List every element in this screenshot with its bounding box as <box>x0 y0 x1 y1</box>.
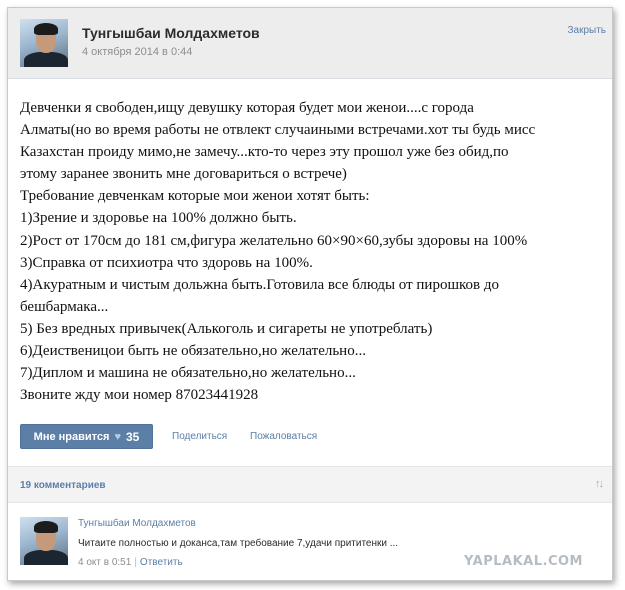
comment-meta: 4 окт в 0:51 | Ответить <box>78 557 183 568</box>
comment-author[interactable]: Тунгышбаи Молдахметов <box>78 518 196 529</box>
post-date[interactable]: 4 октября 2014 в 0:44 <box>82 46 192 58</box>
share-link[interactable]: Поделиться <box>172 431 227 442</box>
comment-text: Читаите полностью и доканса,там требован… <box>78 538 399 549</box>
post-text-line: 2)Рост от 170см до 181 см,фигура желател… <box>20 232 528 249</box>
post-text-line: Девченки я свободен,ищу девушку которая … <box>20 100 474 116</box>
post-text-line: бешбармака... <box>20 298 109 315</box>
post-card: Тунгышбаи Молдахметов 4 октября 2014 в 0… <box>7 7 613 581</box>
close-button[interactable]: Закрыть <box>567 25 606 36</box>
post-text-line: 6)Деиственицои быть не обязательно,но же… <box>20 343 366 360</box>
report-link[interactable]: Пожаловаться <box>250 431 317 442</box>
post-text-line: Требование девченкам которые мои женои х… <box>20 188 370 205</box>
comment-avatar[interactable] <box>20 517 68 565</box>
post-text-line: 5) Без вредных привычек(Алькоголь и сига… <box>20 320 433 337</box>
like-count: 35 <box>125 429 140 444</box>
sort-arrows-icon[interactable]: ↑↓ <box>595 478 604 490</box>
post-text-line: Алматы(но во время работы не отвлект слу… <box>20 122 536 139</box>
author-avatar[interactable] <box>20 19 68 67</box>
post-text-line: этому заранее звонить мне договариться о… <box>20 166 347 183</box>
like-button[interactable]: Мне нравится ♥ 35 <box>20 424 153 449</box>
post-text: Девченки я свободен,ищу девушку которая … <box>20 97 608 406</box>
post-text-line: Звоните жду мои номер 87023441928 <box>20 387 259 404</box>
watermark: YAPLAKAL.COM <box>464 554 583 569</box>
comment-time[interactable]: 4 окт в 0:51 <box>78 557 131 568</box>
post-header: Тунгышбаи Молдахметов 4 октября 2014 в 0… <box>8 8 612 79</box>
post-text-line: 4)Акуратным и чистым дольжна быть.Готови… <box>20 276 499 293</box>
separator: | <box>134 557 137 568</box>
author-name[interactable]: Тунгышбаи Молдахметов <box>82 25 260 41</box>
comments-bar: 19 комментариев ↑↓ <box>8 466 612 503</box>
like-label: Мне нравится <box>33 430 110 443</box>
comments-count[interactable]: 19 комментариев <box>20 480 106 491</box>
reply-link[interactable]: Ответить <box>140 557 183 568</box>
post-text-line: 7)Диплом и машина не обязательно,но жела… <box>20 365 356 382</box>
heart-icon: ♥ <box>114 430 121 443</box>
post-text-line: 1)Зрение и здоровье на 100% должно быть. <box>20 210 297 227</box>
post-text-line: 3)Справка от психиотра что здоровь на 10… <box>20 254 313 271</box>
post-text-line: Казахстан проиду мимо,не замечу...кто-то… <box>20 144 509 161</box>
